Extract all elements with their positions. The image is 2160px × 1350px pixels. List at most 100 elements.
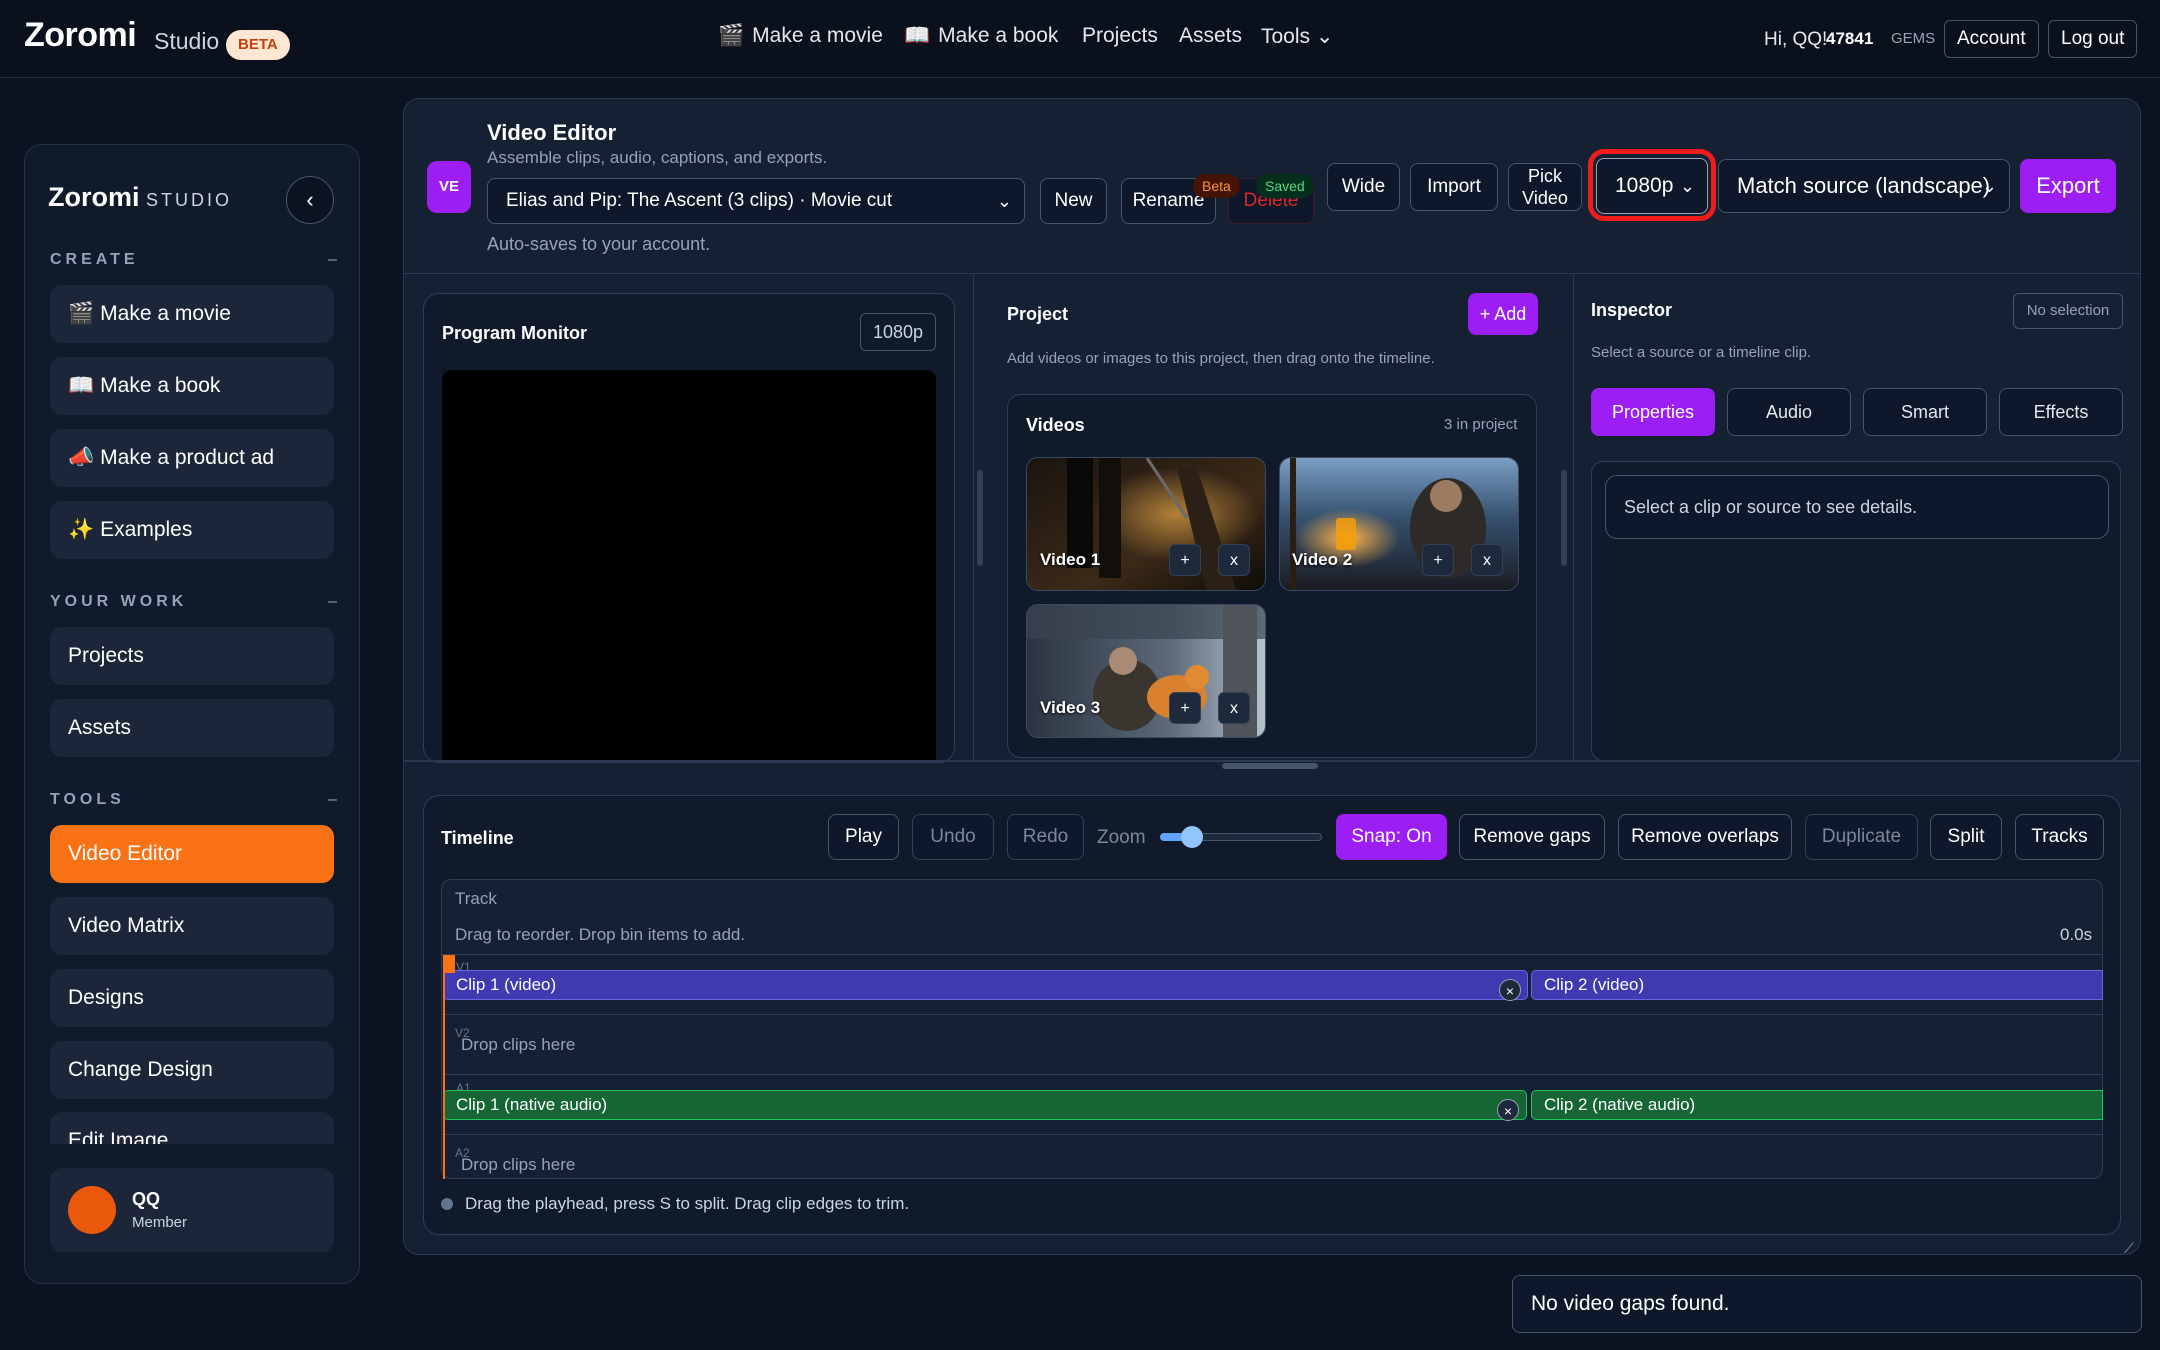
sidebar-item-video-matrix[interactable]: Video Matrix: [50, 897, 334, 955]
sidebar-item-video-editor[interactable]: Video Editor: [50, 825, 334, 883]
pick-video-button[interactable]: Pick Video: [1508, 163, 1582, 211]
add-media-button[interactable]: + Add: [1468, 293, 1538, 335]
chevron-down-icon: ⌄: [1679, 176, 1695, 196]
import-button[interactable]: Import: [1410, 163, 1498, 211]
pick-video-line1: Pick: [1527, 166, 1562, 186]
wide-button[interactable]: Wide: [1327, 163, 1400, 211]
resize-corner-icon[interactable]: ⟋: [2124, 1240, 2134, 1257]
project-bin-hint: Add videos or images to this project, th…: [1007, 350, 1435, 367]
collapse-your-work-toggle[interactable]: –: [328, 593, 337, 611]
timeline-help-text: Drag the playhead, press S to split. Dra…: [465, 1194, 910, 1213]
panel-divider: [1573, 274, 1574, 761]
resolution-select[interactable]: 1080p ⌄: [1596, 158, 1708, 214]
nav-make-movie[interactable]: 🎬 Make a movie: [718, 24, 883, 48]
section-heading-your-work: YOUR WORK: [50, 593, 188, 610]
program-monitor-screen[interactable]: [442, 370, 936, 760]
page-subtitle: Assemble clips, audio, captions, and exp…: [487, 148, 828, 167]
horizontal-divider: [403, 760, 2141, 762]
remove-gaps-button[interactable]: Remove gaps: [1459, 814, 1605, 860]
add-to-timeline-button[interactable]: +: [1169, 544, 1201, 576]
vertical-resize-handle[interactable]: [1222, 763, 1318, 769]
panel-divider: [973, 274, 974, 761]
timeline-clip-audio-1[interactable]: Clip 1 (native audio): [443, 1090, 1527, 1120]
remove-video-button[interactable]: x: [1218, 692, 1250, 724]
nav-projects[interactable]: Projects: [1082, 24, 1158, 48]
zoom-slider-thumb[interactable]: [1181, 826, 1203, 848]
aspect-select[interactable]: Match source (landscape) ⌄: [1718, 159, 2010, 213]
timeline-clip-audio-2[interactable]: Clip 2 (native audio): [1531, 1090, 2103, 1120]
sidebar-item-edit-image[interactable]: Edit Image: [50, 1112, 334, 1144]
sidebar-scroll-clip: Edit Image: [50, 1112, 334, 1144]
drop-zone-a2[interactable]: Drop clips here: [461, 1155, 575, 1175]
videos-count: 3 in project: [1444, 416, 1518, 433]
tracks-button[interactable]: Tracks: [2015, 814, 2104, 860]
sidebar-item-make-book[interactable]: 📖 Make a book: [50, 357, 334, 415]
sidebar-item-make-product-ad[interactable]: 📣 Make a product ad: [50, 429, 334, 487]
track-header-label: Track: [455, 889, 497, 908]
book-icon: 📖: [68, 374, 95, 397]
remove-clip-button[interactable]: ×: [1499, 979, 1521, 1001]
panel-resize-handle[interactable]: [1561, 470, 1567, 566]
user-greeting: Hi, QQ!: [1764, 29, 1828, 50]
remove-overlaps-button[interactable]: Remove overlaps: [1618, 814, 1792, 860]
collapse-tools-toggle[interactable]: –: [328, 791, 337, 809]
nav-make-book[interactable]: 📖 Make a book: [904, 24, 1058, 48]
collapse-create-toggle[interactable]: –: [328, 251, 337, 269]
videos-title: Videos: [1026, 415, 1085, 435]
sidebar-item-change-design[interactable]: Change Design: [50, 1041, 334, 1099]
nav-assets[interactable]: Assets: [1179, 24, 1242, 48]
sidebar-item-make-movie[interactable]: 🎬 Make a movie: [50, 285, 334, 343]
undo-button[interactable]: Undo: [912, 814, 994, 860]
play-button[interactable]: Play: [828, 814, 899, 860]
snap-toggle-button[interactable]: Snap: On: [1336, 814, 1447, 860]
track-divider: [442, 1014, 2102, 1015]
add-to-timeline-button[interactable]: +: [1169, 692, 1201, 724]
chevron-down-icon: ⌄: [1981, 176, 1997, 196]
add-to-timeline-button[interactable]: +: [1422, 544, 1454, 576]
sidebar-brand-subtitle: STUDIO: [146, 190, 233, 210]
inspector-hint: Select a source or a timeline clip.: [1591, 344, 1812, 361]
sidebar-item-projects[interactable]: Projects: [50, 627, 334, 685]
book-icon: 📖: [904, 24, 931, 47]
brand-subtitle: Studio: [154, 28, 220, 54]
timeline-clip-video-1[interactable]: Clip 1 (video): [443, 970, 1528, 1000]
nav-label: Make a movie: [752, 24, 883, 47]
remove-video-button[interactable]: x: [1218, 544, 1250, 576]
sidebar-item-label: Examples: [100, 518, 193, 541]
collapse-sidebar-button[interactable]: ‹: [286, 176, 334, 224]
tab-audio[interactable]: Audio: [1727, 388, 1851, 436]
playhead-handle[interactable]: [443, 955, 455, 973]
project-select[interactable]: Elias and Pip: The Ascent (3 clips) · Mo…: [487, 178, 1025, 224]
remove-clip-button[interactable]: ×: [1497, 1099, 1519, 1121]
logout-button[interactable]: Log out: [2048, 20, 2138, 58]
account-button[interactable]: Account: [1944, 20, 2039, 58]
remove-video-button[interactable]: x: [1471, 544, 1503, 576]
tab-smart[interactable]: Smart: [1863, 388, 1987, 436]
brand-logo[interactable]: Zoromi: [24, 16, 137, 55]
video-label: Video 3: [1040, 698, 1101, 717]
new-project-button[interactable]: New: [1040, 178, 1107, 224]
drop-zone-v2[interactable]: Drop clips here: [461, 1035, 575, 1055]
clapper-icon: 🎬: [68, 302, 95, 325]
timeline-clip-video-2[interactable]: Clip 2 (video): [1531, 970, 2103, 1000]
duplicate-button[interactable]: Duplicate: [1805, 814, 1918, 860]
timecode-readout: 0.0s: [2060, 925, 2093, 944]
user-role: Member: [132, 1214, 188, 1231]
sidebar-item-examples[interactable]: ✨ Examples: [50, 501, 334, 559]
playhead-line[interactable]: [443, 955, 445, 1179]
split-button[interactable]: Split: [1930, 814, 2002, 860]
sidebar-item-designs[interactable]: Designs: [50, 969, 334, 1027]
sidebar-item-label: Make a book: [100, 374, 221, 397]
export-button[interactable]: Export: [2020, 159, 2116, 213]
video-editor-badge: VE: [427, 161, 471, 213]
nav-tools-dropdown[interactable]: Tools ⌄: [1261, 24, 1333, 49]
sidebar-item-assets[interactable]: Assets: [50, 699, 334, 757]
redo-button[interactable]: Redo: [1007, 814, 1084, 860]
tab-properties[interactable]: Properties: [1591, 388, 1715, 436]
aspect-value: Match source (landscape): [1737, 173, 1991, 198]
track-divider: [442, 954, 2102, 955]
beta-badge: BETA: [226, 30, 290, 60]
panel-resize-handle[interactable]: [977, 470, 983, 566]
gems-balance: 47841: [1826, 29, 1874, 48]
tab-effects[interactable]: Effects: [1999, 388, 2123, 436]
